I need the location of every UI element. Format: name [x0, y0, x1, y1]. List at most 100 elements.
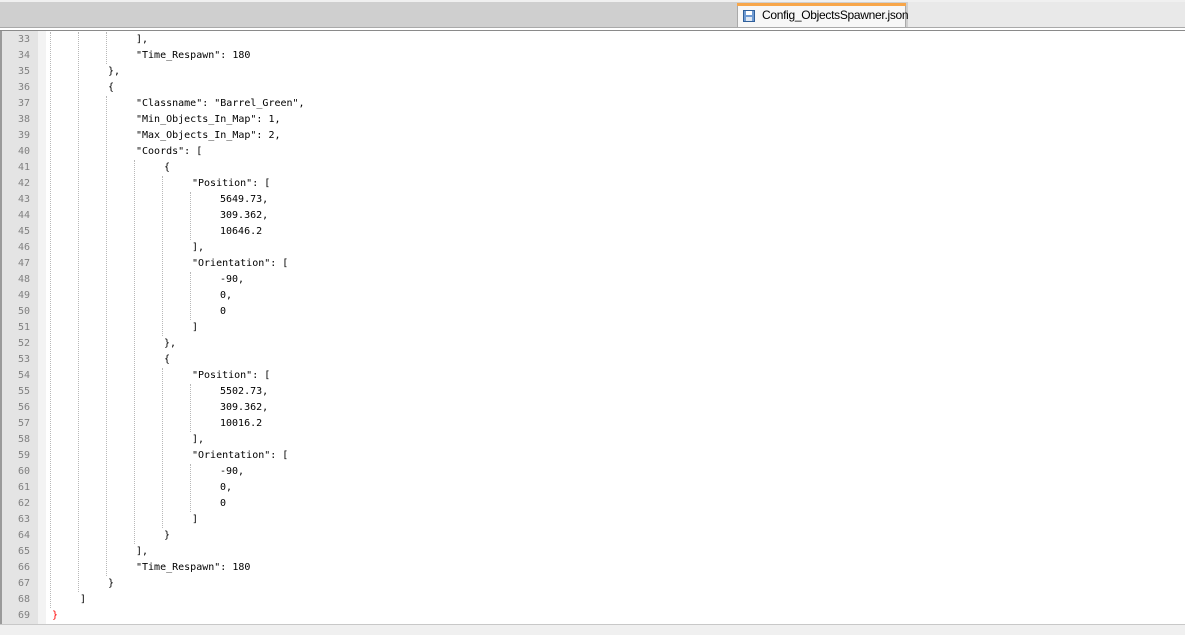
- indent-guide: [134, 160, 135, 544]
- code-text: 10646.2: [220, 226, 263, 237]
- code-text: }: [164, 530, 171, 541]
- code-line[interactable]: 39 "Max_Objects_In_Map": 2,: [0, 128, 1185, 144]
- line-number: 65: [17, 546, 30, 557]
- line-number: 38: [17, 114, 30, 125]
- line-number: 42: [17, 178, 30, 189]
- code-line[interactable]: 54 "Position": [: [0, 368, 1185, 384]
- code-text: ],: [192, 434, 205, 445]
- code-line[interactable]: 61 0,: [0, 480, 1185, 496]
- code-line[interactable]: 64}: [0, 528, 1185, 544]
- indent-guide: [190, 464, 191, 512]
- code-text: {: [164, 162, 171, 173]
- code-line[interactable]: 44 309.362,: [0, 208, 1185, 224]
- code-line[interactable]: 40 "Coords": [: [0, 144, 1185, 160]
- code-editor[interactable]: 33], 34 "Time_Respawn": 180 35}, 36 {37 "Class…: [0, 30, 1185, 625]
- code-line[interactable]: 62 0: [0, 496, 1185, 512]
- code-line[interactable]: 33],: [0, 32, 1185, 48]
- code-text: ]: [192, 322, 199, 333]
- code-text: "Position": [: [192, 178, 271, 189]
- code-line[interactable]: 59 "Orientation": [: [0, 448, 1185, 464]
- code-line[interactable]: 67}: [0, 576, 1185, 592]
- line-number: 61: [17, 482, 30, 493]
- line-number: 53: [17, 354, 30, 365]
- code-line[interactable]: 46],: [0, 240, 1185, 256]
- indent-guide: [50, 32, 51, 608]
- code-text: },: [164, 338, 177, 349]
- code-text: "Max_Objects_In_Map": 2,: [136, 130, 281, 141]
- code-text: 10016.2: [220, 418, 263, 429]
- code-text: {: [164, 354, 171, 365]
- code-line[interactable]: 63]: [0, 512, 1185, 528]
- code-text: 5649.73,: [220, 194, 269, 205]
- code-line[interactable]: 42 "Position": [: [0, 176, 1185, 192]
- code-text: },: [108, 66, 121, 77]
- code-text: ],: [192, 242, 205, 253]
- line-number: 67: [17, 578, 30, 589]
- line-number: 58: [17, 434, 30, 445]
- line-number: 46: [17, 242, 30, 253]
- code-line[interactable]: 36 {: [0, 80, 1185, 96]
- code-text: "Coords": [: [136, 146, 203, 157]
- code-line[interactable]: 41 {: [0, 160, 1185, 176]
- code-line[interactable]: 69}: [0, 608, 1185, 624]
- tab-label: Config_ObjectsSpawner.json: [762, 8, 909, 22]
- code-text: "Orientation": [: [192, 450, 289, 461]
- line-number: 50: [17, 306, 30, 317]
- code-line[interactable]: 37 "Classname": "Barrel_Green",: [0, 96, 1185, 112]
- code-line[interactable]: 60 -90,: [0, 464, 1185, 480]
- line-number: 59: [17, 450, 30, 461]
- tab-bar: Config_ObjectsSpawner.json: [0, 0, 1185, 28]
- line-number: 44: [17, 210, 30, 221]
- line-number: 68: [17, 594, 30, 605]
- code-line[interactable]: 65],: [0, 544, 1185, 560]
- line-number: 37: [17, 98, 30, 109]
- save-icon: [743, 10, 755, 22]
- tab-strip-fill: [908, 2, 1185, 27]
- line-number: 60: [17, 466, 30, 477]
- code-text: "Time_Respawn": 180: [136, 562, 251, 573]
- code-text: 309.362,: [220, 210, 269, 221]
- code-line[interactable]: 35},: [0, 64, 1185, 80]
- code-text: "Min_Objects_In_Map": 1,: [136, 114, 281, 125]
- indent-guide: [162, 368, 163, 528]
- horizontal-scrollbar[interactable]: [0, 624, 1185, 635]
- code-line[interactable]: 66 "Time_Respawn": 180: [0, 560, 1185, 576]
- code-line[interactable]: 57 10016.2: [0, 416, 1185, 432]
- tab-config-objects-spawner[interactable]: Config_ObjectsSpawner.json: [737, 3, 909, 27]
- indent-guide: [190, 192, 191, 240]
- indent-guide: [78, 32, 79, 592]
- code-text: {: [108, 82, 115, 93]
- code-line[interactable]: 38 "Min_Objects_In_Map": 1,: [0, 112, 1185, 128]
- code-text: ]: [192, 514, 199, 525]
- line-number: 64: [17, 530, 30, 541]
- code-line[interactable]: 34 "Time_Respawn": 180: [0, 48, 1185, 64]
- code-line[interactable]: 51]: [0, 320, 1185, 336]
- code-text: 0: [220, 306, 227, 317]
- indent-guide: [106, 96, 107, 576]
- code-line[interactable]: 58],: [0, 432, 1185, 448]
- line-number: 56: [17, 402, 30, 413]
- code-line[interactable]: 47 "Orientation": [: [0, 256, 1185, 272]
- line-number: 47: [17, 258, 30, 269]
- code-line[interactable]: 68]: [0, 592, 1185, 608]
- code-text: -90,: [220, 274, 245, 285]
- code-text: "Position": [: [192, 370, 271, 381]
- code-line[interactable]: 56 309.362,: [0, 400, 1185, 416]
- code-line[interactable]: 45 10646.2: [0, 224, 1185, 240]
- line-number: 34: [17, 50, 30, 61]
- code-text: 0,: [220, 482, 233, 493]
- code-line[interactable]: 55 5502.73,: [0, 384, 1185, 400]
- code-line[interactable]: 49 0,: [0, 288, 1185, 304]
- tab-active-indicator: [737, 3, 906, 6]
- code-text: ],: [136, 546, 149, 557]
- code-line[interactable]: 48 -90,: [0, 272, 1185, 288]
- code-text: }: [52, 610, 59, 621]
- line-number: 52: [17, 338, 30, 349]
- line-number: 69: [17, 610, 30, 621]
- code-line[interactable]: 52},: [0, 336, 1185, 352]
- code-line[interactable]: 50 0: [0, 304, 1185, 320]
- code-line[interactable]: 53 {: [0, 352, 1185, 368]
- line-number: 35: [17, 66, 30, 77]
- code-line[interactable]: 43 5649.73,: [0, 192, 1185, 208]
- indent-guide: [190, 272, 191, 320]
